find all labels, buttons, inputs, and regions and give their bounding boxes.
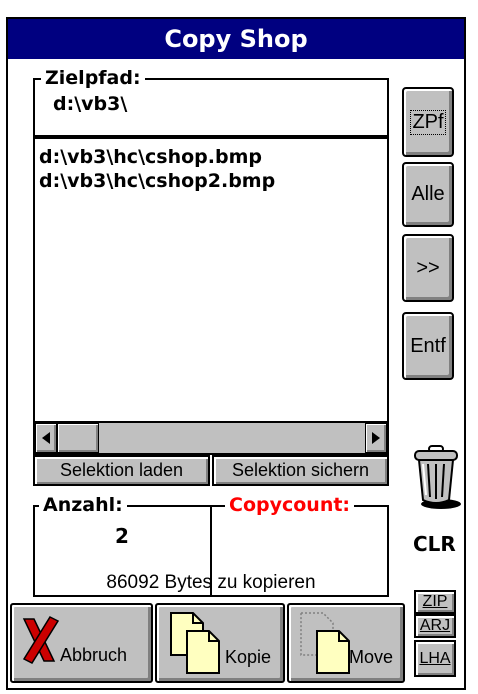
title-bar: Copy Shop <box>8 19 464 59</box>
zpf-label: ZPf <box>410 109 446 135</box>
abbruch-label: Abbruch <box>60 645 128 665</box>
arrow-left-icon <box>42 432 50 444</box>
abbruch-button[interactable]: Abbruch <box>10 603 153 683</box>
move-right-button[interactable]: >> <box>402 234 454 302</box>
kopie-button[interactable]: Kopie <box>155 603 285 683</box>
save-selection-label: Selektion sichern <box>231 460 370 480</box>
arj-label: ARJ <box>419 617 451 634</box>
target-path-group: Zielpfad: d:\vb3\ <box>33 67 389 137</box>
alle-button[interactable]: Alle <box>402 162 454 227</box>
save-selection-button[interactable]: Selektion sichern <box>212 455 389 486</box>
target-path-label: Zielpfad: <box>41 67 145 89</box>
move-label: Move <box>349 647 394 667</box>
lha-button[interactable]: LHA <box>414 640 456 677</box>
file-list-item[interactable]: d:\vb3\hc\cshop.bmp <box>39 145 262 169</box>
move-documents-icon <box>300 612 350 674</box>
arrow-right-icon <box>372 432 380 444</box>
load-selection-label: Selektion laden <box>59 460 184 480</box>
file-list-item[interactable]: d:\vb3\hc\cshop2.bmp <box>39 169 275 193</box>
arj-button[interactable]: ARJ <box>414 614 456 638</box>
target-path-value[interactable]: d:\vb3\ <box>53 93 127 115</box>
anzahl-value: 2 <box>115 524 129 548</box>
clr-label[interactable]: CLR <box>413 532 456 556</box>
scroll-thumb[interactable] <box>57 423 99 453</box>
cancel-x-icon <box>22 616 60 664</box>
scroll-right-button[interactable] <box>365 423 387 453</box>
kopie-label: Kopie <box>225 647 272 667</box>
bytes-status: 86092 Bytes zu kopieren <box>106 572 316 593</box>
scroll-left-button[interactable] <box>35 423 57 453</box>
move-button[interactable]: Move <box>287 603 405 683</box>
entf-label: Entf <box>410 334 446 357</box>
entf-button[interactable]: Entf <box>402 312 454 380</box>
lha-label: LHA <box>419 649 451 667</box>
copycount-label: Copycount: <box>225 494 355 516</box>
zip-label: ZIP <box>422 593 448 610</box>
alle-label: Alle <box>411 183 445 205</box>
file-list[interactable]: d:\vb3\hc\cshop.bmp d:\vb3\hc\cshop2.bmp <box>33 137 389 455</box>
zpf-button[interactable]: ZPf <box>402 87 454 157</box>
horizontal-scrollbar[interactable] <box>35 421 387 453</box>
zip-button[interactable]: ZIP <box>414 590 456 614</box>
move-right-label: >> <box>416 256 440 279</box>
load-selection-button[interactable]: Selektion laden <box>33 455 210 486</box>
copy-documents-icon <box>170 612 220 674</box>
anzahl-label: Anzahl: <box>39 494 127 516</box>
trash-can-icon[interactable] <box>409 442 465 510</box>
